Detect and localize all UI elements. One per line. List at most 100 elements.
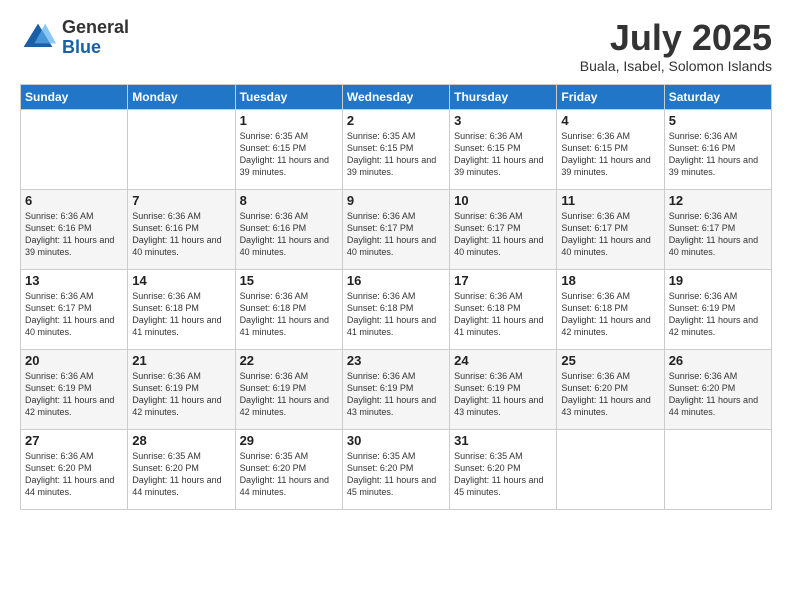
table-row: 15 Sunrise: 6:36 AM Sunset: 6:18 PM Dayli… [235,269,342,349]
table-row: 2 Sunrise: 6:35 AM Sunset: 6:15 PM Daylig… [342,109,449,189]
table-row: 26Sunrise: 6:36 AM Sunset: 6:20 PM Dayli… [664,349,771,429]
logo: General Blue [20,18,129,58]
calendar-week-row: 6 Sunrise: 6:36 AM Sunset: 6:16 PM Daylig… [21,189,772,269]
day-number: 7 [132,193,230,208]
day-info: Sunrise: 6:36 AM Sunset: 6:17 PM Dayligh… [454,210,552,259]
table-row: 5 Sunrise: 6:36 AM Sunset: 6:16 PM Daylig… [664,109,771,189]
day-number: 22 [240,353,338,368]
col-thursday: Thursday [450,84,557,109]
day-info: Sunrise: 6:36 AM Sunset: 6:16 PM Dayligh… [25,210,123,259]
table-row: 22 Sunrise: 6:36 AM Sunset: 6:19 PM Dayli… [235,349,342,429]
day-number: 11 [561,193,659,208]
day-info: Sunrise: 6:36 AM Sunset: 6:18 PM Dayligh… [240,290,338,339]
table-row: 23 Sunrise: 6:36 AM Sunset: 6:19 PM Dayli… [342,349,449,429]
col-tuesday: Tuesday [235,84,342,109]
day-info: Sunrise: 6:36 AM Sunset: 6:16 PM Dayligh… [669,130,767,179]
table-row: 9 Sunrise: 6:36 AM Sunset: 6:17 PM Daylig… [342,189,449,269]
day-info: Sunrise: 6:35 AM Sunset: 6:20 PM Dayligh… [132,450,230,499]
table-row: 16 Sunrise: 6:36 AM Sunset: 6:18 PM Dayli… [342,269,449,349]
day-info: Sunrise: 6:36 AM Sunset: 6:19 PM Dayligh… [454,370,552,419]
day-number: 15 [240,273,338,288]
day-info: Sunrise: 6:36 AM Sunset: 6:18 PM Dayligh… [132,290,230,339]
col-saturday: Saturday [664,84,771,109]
table-row: 19Sunrise: 6:36 AM Sunset: 6:19 PM Dayli… [664,269,771,349]
day-number: 13 [25,273,123,288]
day-number: 12 [669,193,767,208]
table-row: 25 Sunrise: 6:36 AM Sunset: 6:20 PM Dayli… [557,349,664,429]
day-info: Sunrise: 6:35 AM Sunset: 6:15 PM Dayligh… [240,130,338,179]
table-row: 31Sunrise: 6:35 AM Sunset: 6:20 PM Dayli… [450,429,557,509]
table-row: 27Sunrise: 6:36 AM Sunset: 6:20 PM Dayli… [21,429,128,509]
day-number: 20 [25,353,123,368]
day-info: Sunrise: 6:36 AM Sunset: 6:16 PM Dayligh… [240,210,338,259]
calendar-week-row: 20 Sunrise: 6:36 AM Sunset: 6:19 PM Dayli… [21,349,772,429]
subtitle: Buala, Isabel, Solomon Islands [580,58,772,74]
day-number: 3 [454,113,552,128]
day-info: Sunrise: 6:36 AM Sunset: 6:15 PM Dayligh… [454,130,552,179]
table-row: 13Sunrise: 6:36 AM Sunset: 6:17 PM Dayli… [21,269,128,349]
day-info: Sunrise: 6:36 AM Sunset: 6:18 PM Dayligh… [347,290,445,339]
table-row: 14Sunrise: 6:36 AM Sunset: 6:18 PM Dayli… [128,269,235,349]
day-number: 2 [347,113,445,128]
day-number: 17 [454,273,552,288]
table-row: 1 Sunrise: 6:35 AM Sunset: 6:15 PM Daylig… [235,109,342,189]
day-info: Sunrise: 6:36 AM Sunset: 6:17 PM Dayligh… [347,210,445,259]
calendar-week-row: 1 Sunrise: 6:35 AM Sunset: 6:15 PM Daylig… [21,109,772,189]
title-block: July 2025 Buala, Isabel, Solomon Islands [580,18,772,74]
table-row [21,109,128,189]
header: General Blue July 2025 Buala, Isabel, So… [20,18,772,74]
day-number: 16 [347,273,445,288]
day-number: 5 [669,113,767,128]
day-number: 1 [240,113,338,128]
day-info: Sunrise: 6:36 AM Sunset: 6:19 PM Dayligh… [347,370,445,419]
day-number: 19 [669,273,767,288]
table-row: 10 Sunrise: 6:36 AM Sunset: 6:17 PM Dayli… [450,189,557,269]
day-info: Sunrise: 6:36 AM Sunset: 6:19 PM Dayligh… [240,370,338,419]
day-info: Sunrise: 6:36 AM Sunset: 6:18 PM Dayligh… [454,290,552,339]
table-row: 28 Sunrise: 6:35 AM Sunset: 6:20 PM Dayli… [128,429,235,509]
col-wednesday: Wednesday [342,84,449,109]
table-row: 24Sunrise: 6:36 AM Sunset: 6:19 PM Dayli… [450,349,557,429]
logo-icon [20,20,56,56]
day-number: 25 [561,353,659,368]
day-number: 26 [669,353,767,368]
calendar-week-row: 13Sunrise: 6:36 AM Sunset: 6:17 PM Dayli… [21,269,772,349]
table-row: 4 Sunrise: 6:36 AM Sunset: 6:15 PM Daylig… [557,109,664,189]
day-number: 28 [132,433,230,448]
calendar-week-row: 27Sunrise: 6:36 AM Sunset: 6:20 PM Dayli… [21,429,772,509]
day-number: 10 [454,193,552,208]
day-info: Sunrise: 6:36 AM Sunset: 6:20 PM Dayligh… [25,450,123,499]
day-info: Sunrise: 6:36 AM Sunset: 6:15 PM Dayligh… [561,130,659,179]
day-number: 31 [454,433,552,448]
table-row: 20Sunrise: 6:36 AM Sunset: 6:19 PM Dayli… [21,349,128,429]
logo-blue: Blue [62,38,129,58]
day-info: Sunrise: 6:35 AM Sunset: 6:20 PM Dayligh… [347,450,445,499]
table-row: 11Sunrise: 6:36 AM Sunset: 6:17 PM Dayli… [557,189,664,269]
table-row: 3 Sunrise: 6:36 AM Sunset: 6:15 PM Daylig… [450,109,557,189]
table-row: 8 Sunrise: 6:36 AM Sunset: 6:16 PM Daylig… [235,189,342,269]
day-info: Sunrise: 6:36 AM Sunset: 6:16 PM Dayligh… [132,210,230,259]
col-friday: Friday [557,84,664,109]
col-monday: Monday [128,84,235,109]
day-info: Sunrise: 6:35 AM Sunset: 6:15 PM Dayligh… [347,130,445,179]
day-info: Sunrise: 6:36 AM Sunset: 6:19 PM Dayligh… [132,370,230,419]
table-row: 29Sunrise: 6:35 AM Sunset: 6:20 PM Dayli… [235,429,342,509]
day-number: 8 [240,193,338,208]
logo-general: General [62,18,129,38]
main-title: July 2025 [580,18,772,58]
day-number: 23 [347,353,445,368]
table-row: 6 Sunrise: 6:36 AM Sunset: 6:16 PM Daylig… [21,189,128,269]
table-row [128,109,235,189]
page: General Blue July 2025 Buala, Isabel, So… [0,0,792,612]
day-info: Sunrise: 6:36 AM Sunset: 6:20 PM Dayligh… [561,370,659,419]
table-row: 21Sunrise: 6:36 AM Sunset: 6:19 PM Dayli… [128,349,235,429]
calendar: Sunday Monday Tuesday Wednesday Thursday… [20,84,772,510]
table-row: 18Sunrise: 6:36 AM Sunset: 6:18 PM Dayli… [557,269,664,349]
table-row [557,429,664,509]
day-number: 9 [347,193,445,208]
day-number: 6 [25,193,123,208]
day-number: 29 [240,433,338,448]
day-number: 4 [561,113,659,128]
day-info: Sunrise: 6:36 AM Sunset: 6:17 PM Dayligh… [669,210,767,259]
table-row: 17 Sunrise: 6:36 AM Sunset: 6:18 PM Dayli… [450,269,557,349]
